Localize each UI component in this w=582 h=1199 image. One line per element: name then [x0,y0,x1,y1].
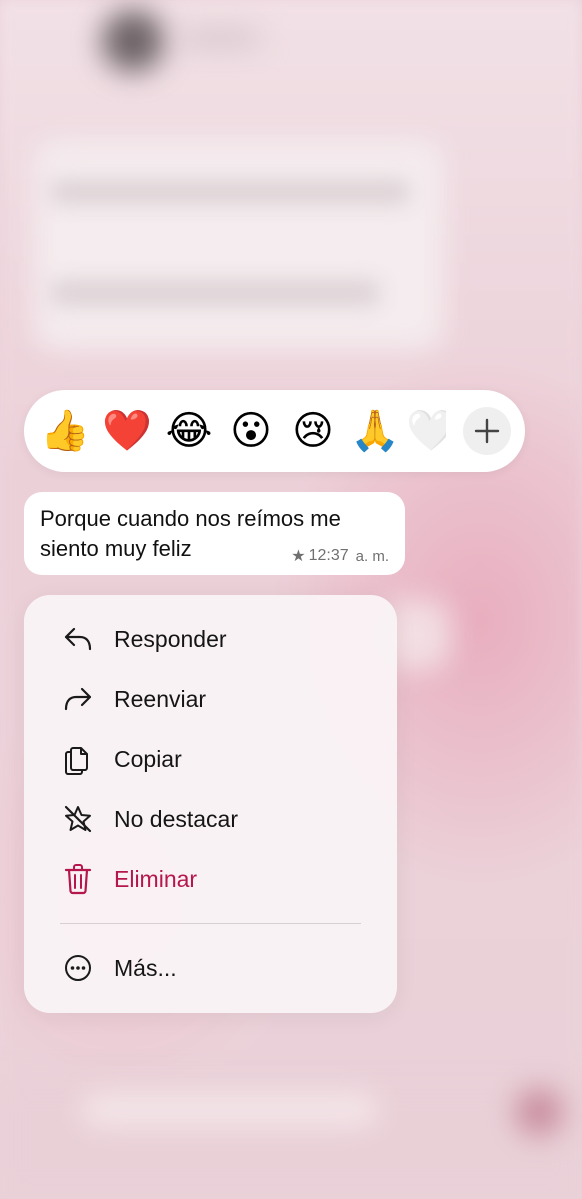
blurred-avatar [102,10,164,72]
menu-item-more[interactable]: Más... [24,940,397,996]
menu-divider [60,923,361,924]
star-icon: ★ [291,548,306,565]
menu-label-unstar: No destacar [114,805,239,832]
menu-label-forward: Reenviar [114,685,207,712]
reaction-pray[interactable]: 🙏 [344,390,406,472]
menu-label-copy: Copiar [114,745,182,772]
reply-icon [62,623,94,655]
reaction-white-heart[interactable]: 🤍 [406,390,446,472]
menu-label-reply: Responder [114,625,227,652]
message-time: 12:37 [308,547,349,564]
menu-item-unstar[interactable]: No destacar [24,791,397,847]
reaction-laughing[interactable]: 😂 [158,390,220,472]
forward-icon [62,683,94,715]
menu-item-reply[interactable]: Responder [24,611,397,667]
blurred-text-line [50,280,380,306]
trash-icon [62,863,94,895]
message-meta: ★ 12:37 a. m. [291,546,389,566]
blurred-message-bubble [34,140,444,350]
selected-message-bubble: Porque cuando nos reímos me siento muy f… [24,492,405,575]
reaction-bar: 👍 ❤️ 😂 😮 😢 🙏 🤍 [24,390,525,472]
menu-label-more: Más... [114,954,177,981]
reaction-thumbs-up[interactable]: 👍 [34,390,96,472]
reaction-surprised[interactable]: 😮 [220,390,282,472]
more-options-icon [62,952,94,984]
plus-icon [474,418,500,444]
reaction-crying[interactable]: 😢 [282,390,344,472]
blurred-input-field [80,1092,380,1128]
menu-item-forward[interactable]: Reenviar [24,671,397,727]
message-time-suffix: a. m. [355,547,389,565]
blurred-text-line [50,180,410,204]
menu-item-delete[interactable]: Eliminar [24,851,397,907]
more-reactions-button[interactable] [463,407,511,455]
blurred-contact-name [180,30,260,46]
unstar-icon [62,803,94,835]
menu-item-copy[interactable]: Copiar [24,731,397,787]
message-context-menu: Responder Reenviar Copiar No destacar El… [24,595,397,1013]
blurred-mic-button [515,1088,563,1136]
copy-icon [62,743,94,775]
reaction-heart[interactable]: ❤️ [96,390,158,472]
menu-label-delete: Eliminar [114,865,198,892]
